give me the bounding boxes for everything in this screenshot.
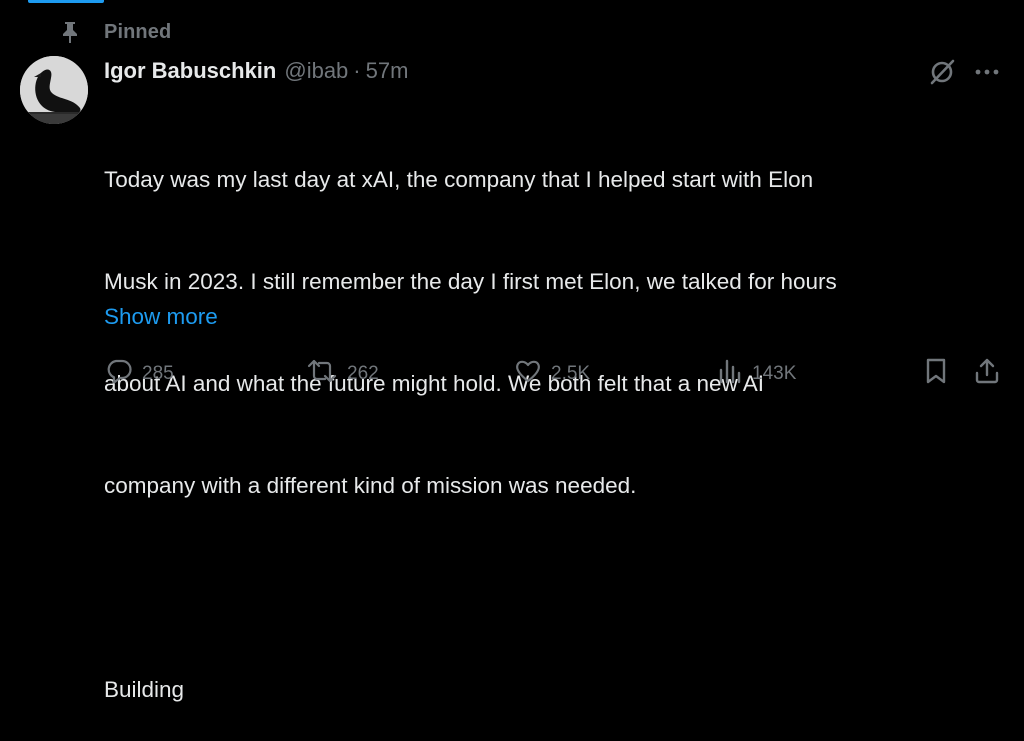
show-more-link[interactable]: Show more [104,300,218,334]
views-count: 143K [752,363,797,384]
avatar[interactable] [20,56,88,124]
author-display-name[interactable]: Igor Babuschkin [104,58,276,84]
views-button[interactable]: 143K [716,358,796,390]
tweet-header: Igor Babuschkin @ibab · 57m [104,56,408,86]
bookmark-icon [922,356,950,392]
tweet-actions: 285 262 2.5K 143K [0,358,1024,390]
like-button[interactable]: 2.5K [513,358,590,390]
tweet-text-line: Building [104,677,185,702]
tweet-text-line: Musk in 2023. I still remember the day I… [104,269,837,294]
grok-icon[interactable] [927,57,957,87]
tweet-text-line: company with a different kind of mission… [104,473,637,498]
reply-count: 285 [142,363,174,384]
author-handle[interactable]: @ibab [284,58,348,84]
repost-icon [305,356,339,392]
repost-button[interactable]: 262 [305,358,379,390]
tweet-text-line: Today was my last day at xAI, the compan… [104,167,814,192]
tab-indicator [28,0,104,3]
views-icon [716,356,744,392]
tweet-timestamp[interactable]: 57m [366,58,409,84]
bookmark-button[interactable] [922,358,950,390]
like-count: 2.5K [551,363,591,384]
reply-button[interactable]: 285 [104,358,174,390]
tweet-text-line [104,571,1004,605]
more-icon[interactable] [972,60,1002,84]
pinned-indicator: Pinned [62,20,171,44]
separator-dot: · [353,58,361,83]
repost-count: 262 [347,363,379,384]
reply-icon [104,356,134,392]
pin-icon [62,20,88,44]
share-button[interactable] [972,358,1002,390]
pinned-label: Pinned [104,20,172,43]
heart-icon [513,356,543,392]
tweet-text: Today was my last day at xAI, the compan… [104,95,1004,741]
share-icon [972,356,1002,392]
